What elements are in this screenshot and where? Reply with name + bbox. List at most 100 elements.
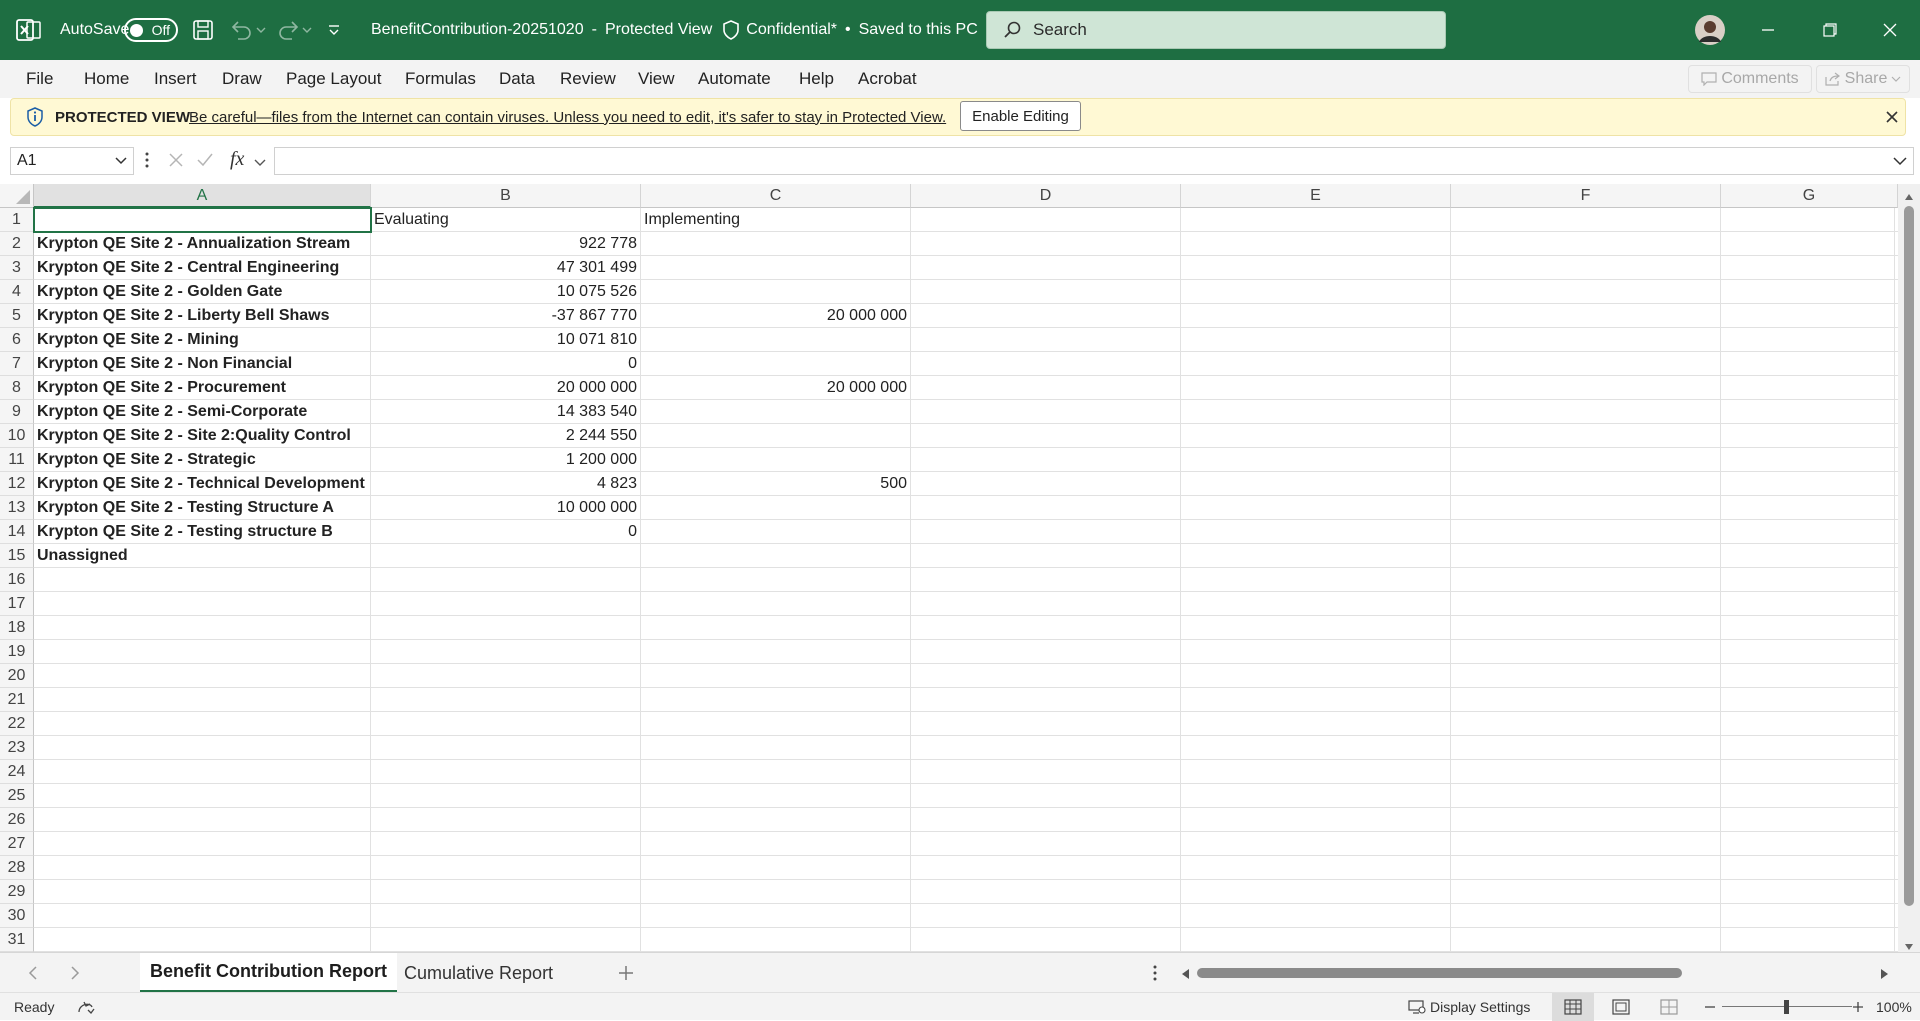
tab-benefit-contribution-report[interactable]: Benefit Contribution Report bbox=[140, 953, 397, 993]
column-header-e[interactable]: E bbox=[1181, 184, 1451, 208]
cell-c11[interactable] bbox=[641, 448, 910, 472]
row-header[interactable]: 17 bbox=[0, 592, 34, 616]
cell-a3[interactable]: Krypton QE Site 2 - Central Engineering bbox=[34, 256, 370, 280]
customize-toolbar-icon[interactable] bbox=[327, 0, 341, 60]
cell-c4[interactable] bbox=[641, 280, 910, 304]
cell-c12[interactable]: 500 bbox=[641, 472, 910, 496]
cell-c8[interactable]: 20 000 000 bbox=[641, 376, 910, 400]
zoom-level[interactable]: 100% bbox=[1876, 993, 1912, 1021]
row-header[interactable]: 4 bbox=[0, 280, 34, 304]
column-header-d[interactable]: D bbox=[911, 184, 1181, 208]
cell-a4[interactable]: Krypton QE Site 2 - Golden Gate bbox=[34, 280, 370, 304]
excel-logo-icon[interactable] bbox=[16, 0, 42, 60]
column-header-a[interactable]: A bbox=[34, 184, 371, 208]
cell-c3[interactable] bbox=[641, 256, 910, 280]
cell-a10[interactable]: Krypton QE Site 2 - Site 2:Quality Contr… bbox=[34, 424, 370, 448]
restore-icon[interactable] bbox=[1802, 0, 1858, 60]
more-options-icon[interactable] bbox=[144, 150, 150, 175]
tab-review[interactable]: Review bbox=[560, 60, 616, 98]
chevron-left-icon[interactable] bbox=[28, 966, 38, 985]
cell-b14[interactable]: 0 bbox=[371, 520, 640, 544]
save-icon[interactable] bbox=[192, 0, 214, 60]
horizontal-scroll-thumb[interactable] bbox=[1197, 968, 1682, 978]
cell-b5[interactable]: -37 867 770 bbox=[371, 304, 640, 328]
cell-b6[interactable]: 10 071 810 bbox=[371, 328, 640, 352]
row-header[interactable]: 25 bbox=[0, 784, 34, 808]
cell-a9[interactable]: Krypton QE Site 2 - Semi-Corporate bbox=[34, 400, 370, 424]
tab-draw[interactable]: Draw bbox=[222, 60, 262, 98]
row-header[interactable]: 3 bbox=[0, 256, 34, 280]
cell-c7[interactable] bbox=[641, 352, 910, 376]
row-header[interactable]: 23 bbox=[0, 736, 34, 760]
row-header[interactable]: 5 bbox=[0, 304, 34, 328]
column-header-c[interactable]: C bbox=[641, 184, 911, 208]
cell-c14[interactable] bbox=[641, 520, 910, 544]
cell-b1[interactable]: Evaluating bbox=[371, 208, 640, 232]
row-header[interactable]: 2 bbox=[0, 232, 34, 256]
comments-button[interactable]: Comments bbox=[1688, 65, 1812, 93]
search-box[interactable]: Search bbox=[986, 11, 1446, 49]
document-title[interactable]: BenefitContribution-20251020 - Protected… bbox=[371, 0, 1000, 60]
cell-c1[interactable]: Implementing bbox=[641, 208, 910, 232]
close-icon[interactable] bbox=[1862, 0, 1918, 60]
zoom-in-icon[interactable] bbox=[1852, 993, 1864, 1021]
cell-c15[interactable] bbox=[641, 544, 910, 568]
redo-icon[interactable] bbox=[276, 0, 312, 60]
row-header[interactable]: 24 bbox=[0, 760, 34, 784]
row-header[interactable]: 8 bbox=[0, 376, 34, 400]
row-header[interactable]: 31 bbox=[0, 928, 34, 952]
cell-b8[interactable]: 20 000 000 bbox=[371, 376, 640, 400]
cell-c6[interactable] bbox=[641, 328, 910, 352]
cell-c9[interactable] bbox=[641, 400, 910, 424]
cell-c2[interactable] bbox=[641, 232, 910, 256]
cell-b2[interactable]: 922 778 bbox=[371, 232, 640, 256]
tab-view[interactable]: View bbox=[638, 60, 675, 98]
expand-formula-icon[interactable] bbox=[1893, 156, 1907, 166]
cell-b10[interactable]: 2 244 550 bbox=[371, 424, 640, 448]
cell-c13[interactable] bbox=[641, 496, 910, 520]
scroll-thumb[interactable] bbox=[1904, 206, 1914, 906]
add-sheet-icon[interactable] bbox=[617, 964, 635, 987]
cancel-icon[interactable] bbox=[168, 152, 184, 173]
name-box[interactable]: A1 bbox=[10, 147, 134, 175]
row-header[interactable]: 30 bbox=[0, 904, 34, 928]
cell-a7[interactable]: Krypton QE Site 2 - Non Financial bbox=[34, 352, 370, 376]
vertical-scrollbar[interactable] bbox=[1898, 184, 1920, 952]
close-icon[interactable] bbox=[1885, 99, 1899, 135]
row-header[interactable]: 12 bbox=[0, 472, 34, 496]
undo-icon[interactable] bbox=[230, 0, 266, 60]
accessibility-icon[interactable] bbox=[76, 993, 96, 1021]
cell-a13[interactable]: Krypton QE Site 2 - Testing Structure A bbox=[34, 496, 370, 520]
cell-b12[interactable]: 4 823 bbox=[371, 472, 640, 496]
row-header[interactable]: 11 bbox=[0, 448, 34, 472]
chevron-right-icon[interactable] bbox=[70, 966, 80, 985]
more-options-icon[interactable] bbox=[1152, 964, 1158, 987]
row-header[interactable]: 28 bbox=[0, 856, 34, 880]
cell-b3[interactable]: 47 301 499 bbox=[371, 256, 640, 280]
cell-a11[interactable]: Krypton QE Site 2 - Strategic bbox=[34, 448, 370, 472]
row-header[interactable]: 22 bbox=[0, 712, 34, 736]
cell-a5[interactable]: Krypton QE Site 2 - Liberty Bell Shaws bbox=[34, 304, 370, 328]
formula-input[interactable] bbox=[274, 147, 1914, 175]
row-header[interactable]: 10 bbox=[0, 424, 34, 448]
tab-page-layout[interactable]: Page Layout bbox=[286, 60, 381, 98]
tab-file[interactable]: File bbox=[26, 60, 53, 98]
cell-b7[interactable]: 0 bbox=[371, 352, 640, 376]
tab-automate[interactable]: Automate bbox=[698, 60, 771, 98]
cell-a2[interactable]: Krypton QE Site 2 - Annualization Stream bbox=[34, 232, 370, 256]
cell-a1[interactable] bbox=[34, 208, 370, 232]
cell-a8[interactable]: Krypton QE Site 2 - Procurement bbox=[34, 376, 370, 400]
page-break-view-icon[interactable] bbox=[1660, 993, 1678, 1021]
cell-b13[interactable]: 10 000 000 bbox=[371, 496, 640, 520]
tab-acrobat[interactable]: Acrobat bbox=[858, 60, 917, 98]
row-header[interactable]: 16 bbox=[0, 568, 34, 592]
zoom-slider[interactable] bbox=[1722, 993, 1852, 1021]
row-header[interactable]: 6 bbox=[0, 328, 34, 352]
cell-a15[interactable]: Unassigned bbox=[34, 544, 370, 568]
tab-data[interactable]: Data bbox=[499, 60, 535, 98]
column-header-f[interactable]: F bbox=[1451, 184, 1721, 208]
share-button[interactable]: Share bbox=[1816, 65, 1910, 93]
cell-b9[interactable]: 14 383 540 bbox=[371, 400, 640, 424]
row-header[interactable]: 29 bbox=[0, 880, 34, 904]
cell-c10[interactable] bbox=[641, 424, 910, 448]
